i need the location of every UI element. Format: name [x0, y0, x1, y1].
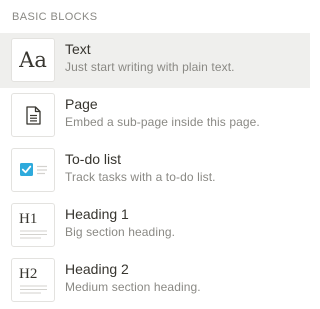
menu-item-heading-1[interactable]: H1 Heading 1 Big section heading.	[0, 198, 310, 253]
todo-checkbox-icon	[20, 163, 47, 176]
item-title: To-do list	[65, 151, 122, 167]
block-menu-list: Aa Text Just start writing with plain te…	[0, 33, 310, 308]
page-document-icon	[26, 106, 41, 125]
heading-1-thumbnail: H1	[11, 203, 55, 247]
menu-item-todo-list[interactable]: To-do list Track tasks with a to-do list…	[0, 143, 310, 198]
text-thumbnail: Aa	[11, 38, 55, 82]
heading-2-lines	[20, 285, 47, 294]
item-description: Just start writing with plain text.	[65, 60, 235, 74]
item-description: Medium section heading.	[65, 280, 201, 294]
section-header-basic-blocks: BASIC BLOCKS	[12, 11, 98, 23]
heading-2-thumbnail: H2	[11, 258, 55, 302]
page-thumbnail	[11, 93, 55, 137]
menu-item-heading-2[interactable]: H2 Heading 2 Medium section heading.	[0, 253, 310, 308]
item-description: Embed a sub-page inside this page.	[65, 115, 260, 129]
text-aa-icon: Aa	[19, 48, 47, 72]
item-title: Heading 2	[65, 261, 129, 277]
heading-1-lines	[20, 230, 47, 239]
item-title: Text	[65, 41, 91, 57]
item-description: Track tasks with a to-do list.	[65, 170, 216, 184]
menu-item-text[interactable]: Aa Text Just start writing with plain te…	[0, 33, 310, 88]
menu-item-page[interactable]: Page Embed a sub-page inside this page.	[0, 88, 310, 143]
item-title: Page	[65, 96, 98, 112]
todo-thumbnail	[11, 148, 55, 192]
item-title: Heading 1	[65, 206, 129, 222]
item-description: Big section heading.	[65, 225, 176, 239]
